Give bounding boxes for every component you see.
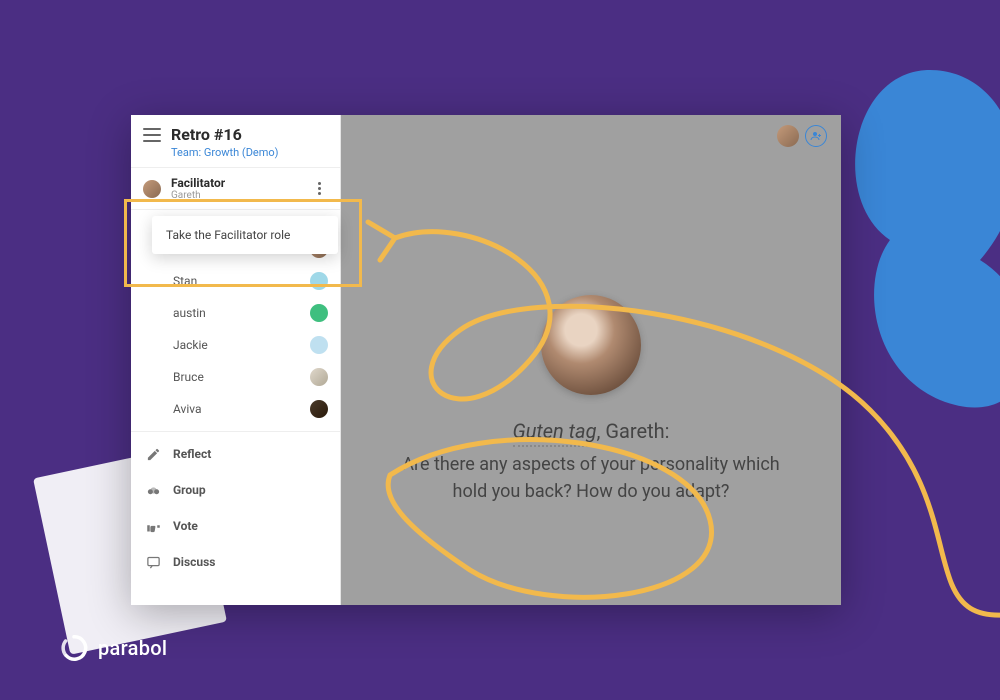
team-item[interactable]: Stan — [131, 265, 340, 297]
prompt-center: Guten tag, Gareth: Are there any aspects… — [341, 295, 841, 505]
facilitator-label: Facilitator — [171, 176, 310, 190]
take-facilitator-label: Take the Facilitator role — [166, 228, 290, 242]
brand-name: parabol — [98, 636, 167, 660]
facilitator-row[interactable]: Facilitator Gareth — [131, 168, 340, 210]
avatar — [310, 272, 328, 290]
user-avatar[interactable] — [777, 125, 799, 147]
team-item[interactable]: Jackie — [131, 329, 340, 361]
group-icon — [145, 482, 161, 498]
greeting-name: Gareth — [605, 419, 664, 443]
avatar — [310, 304, 328, 322]
phase-list: Reflect Group Vote Discuss — [131, 431, 340, 584]
meeting-title: Retro #16 — [171, 125, 279, 144]
avatar — [310, 336, 328, 354]
parabol-icon — [60, 634, 88, 662]
participant-avatar — [541, 295, 641, 395]
greeting-line: Guten tag, Gareth: — [341, 419, 841, 443]
team-item-label: Aviva — [173, 402, 202, 416]
team-item-label: Stan — [173, 274, 197, 288]
phase-discuss[interactable]: Discuss — [131, 544, 340, 580]
phase-group[interactable]: Group — [131, 472, 340, 508]
team-item[interactable]: Aviva — [131, 393, 340, 425]
user-plus-icon — [810, 130, 822, 142]
kebab-icon[interactable] — [310, 180, 328, 198]
prompt-text: Are there any aspects of your personalit… — [391, 451, 791, 505]
sidebar-header: Retro #16 Team: Growth (Demo) — [131, 115, 340, 168]
discuss-icon — [145, 554, 161, 570]
main-panel: Guten tag, Gareth: Are there any aspects… — [341, 115, 841, 605]
phase-reflect[interactable]: Reflect — [131, 436, 340, 472]
phase-label: Vote — [173, 519, 198, 533]
facilitator-avatar — [143, 180, 161, 198]
phase-label: Discuss — [173, 555, 215, 569]
facilitator-name: Gareth — [171, 190, 310, 201]
add-user-button[interactable] — [805, 125, 827, 147]
phase-vote[interactable]: Vote — [131, 508, 340, 544]
facilitator-menu-item[interactable]: Take the Facilitator role — [152, 216, 338, 254]
sidebar: Retro #16 Team: Growth (Demo) Facilitato… — [131, 115, 341, 605]
avatar — [310, 368, 328, 386]
brand-logo: parabol — [60, 634, 167, 662]
phase-label: Reflect — [173, 447, 211, 461]
edit-icon — [145, 446, 161, 462]
avatar — [310, 400, 328, 418]
team-item-label: Jackie — [173, 338, 208, 352]
topbar — [777, 125, 827, 147]
vote-icon — [145, 518, 161, 534]
phase-label: Group — [173, 483, 206, 497]
team-item-label: austin — [173, 306, 206, 320]
app-window: Retro #16 Team: Growth (Demo) Facilitato… — [131, 115, 841, 605]
team-item[interactable]: austin — [131, 297, 340, 329]
team-link[interactable]: Team: Growth (Demo) — [171, 146, 279, 159]
team-item[interactable]: Bruce — [131, 361, 340, 393]
hamburger-icon[interactable] — [143, 128, 161, 142]
greeting-phrase: Guten tag — [513, 419, 597, 447]
team-item-label: Bruce — [173, 370, 204, 384]
